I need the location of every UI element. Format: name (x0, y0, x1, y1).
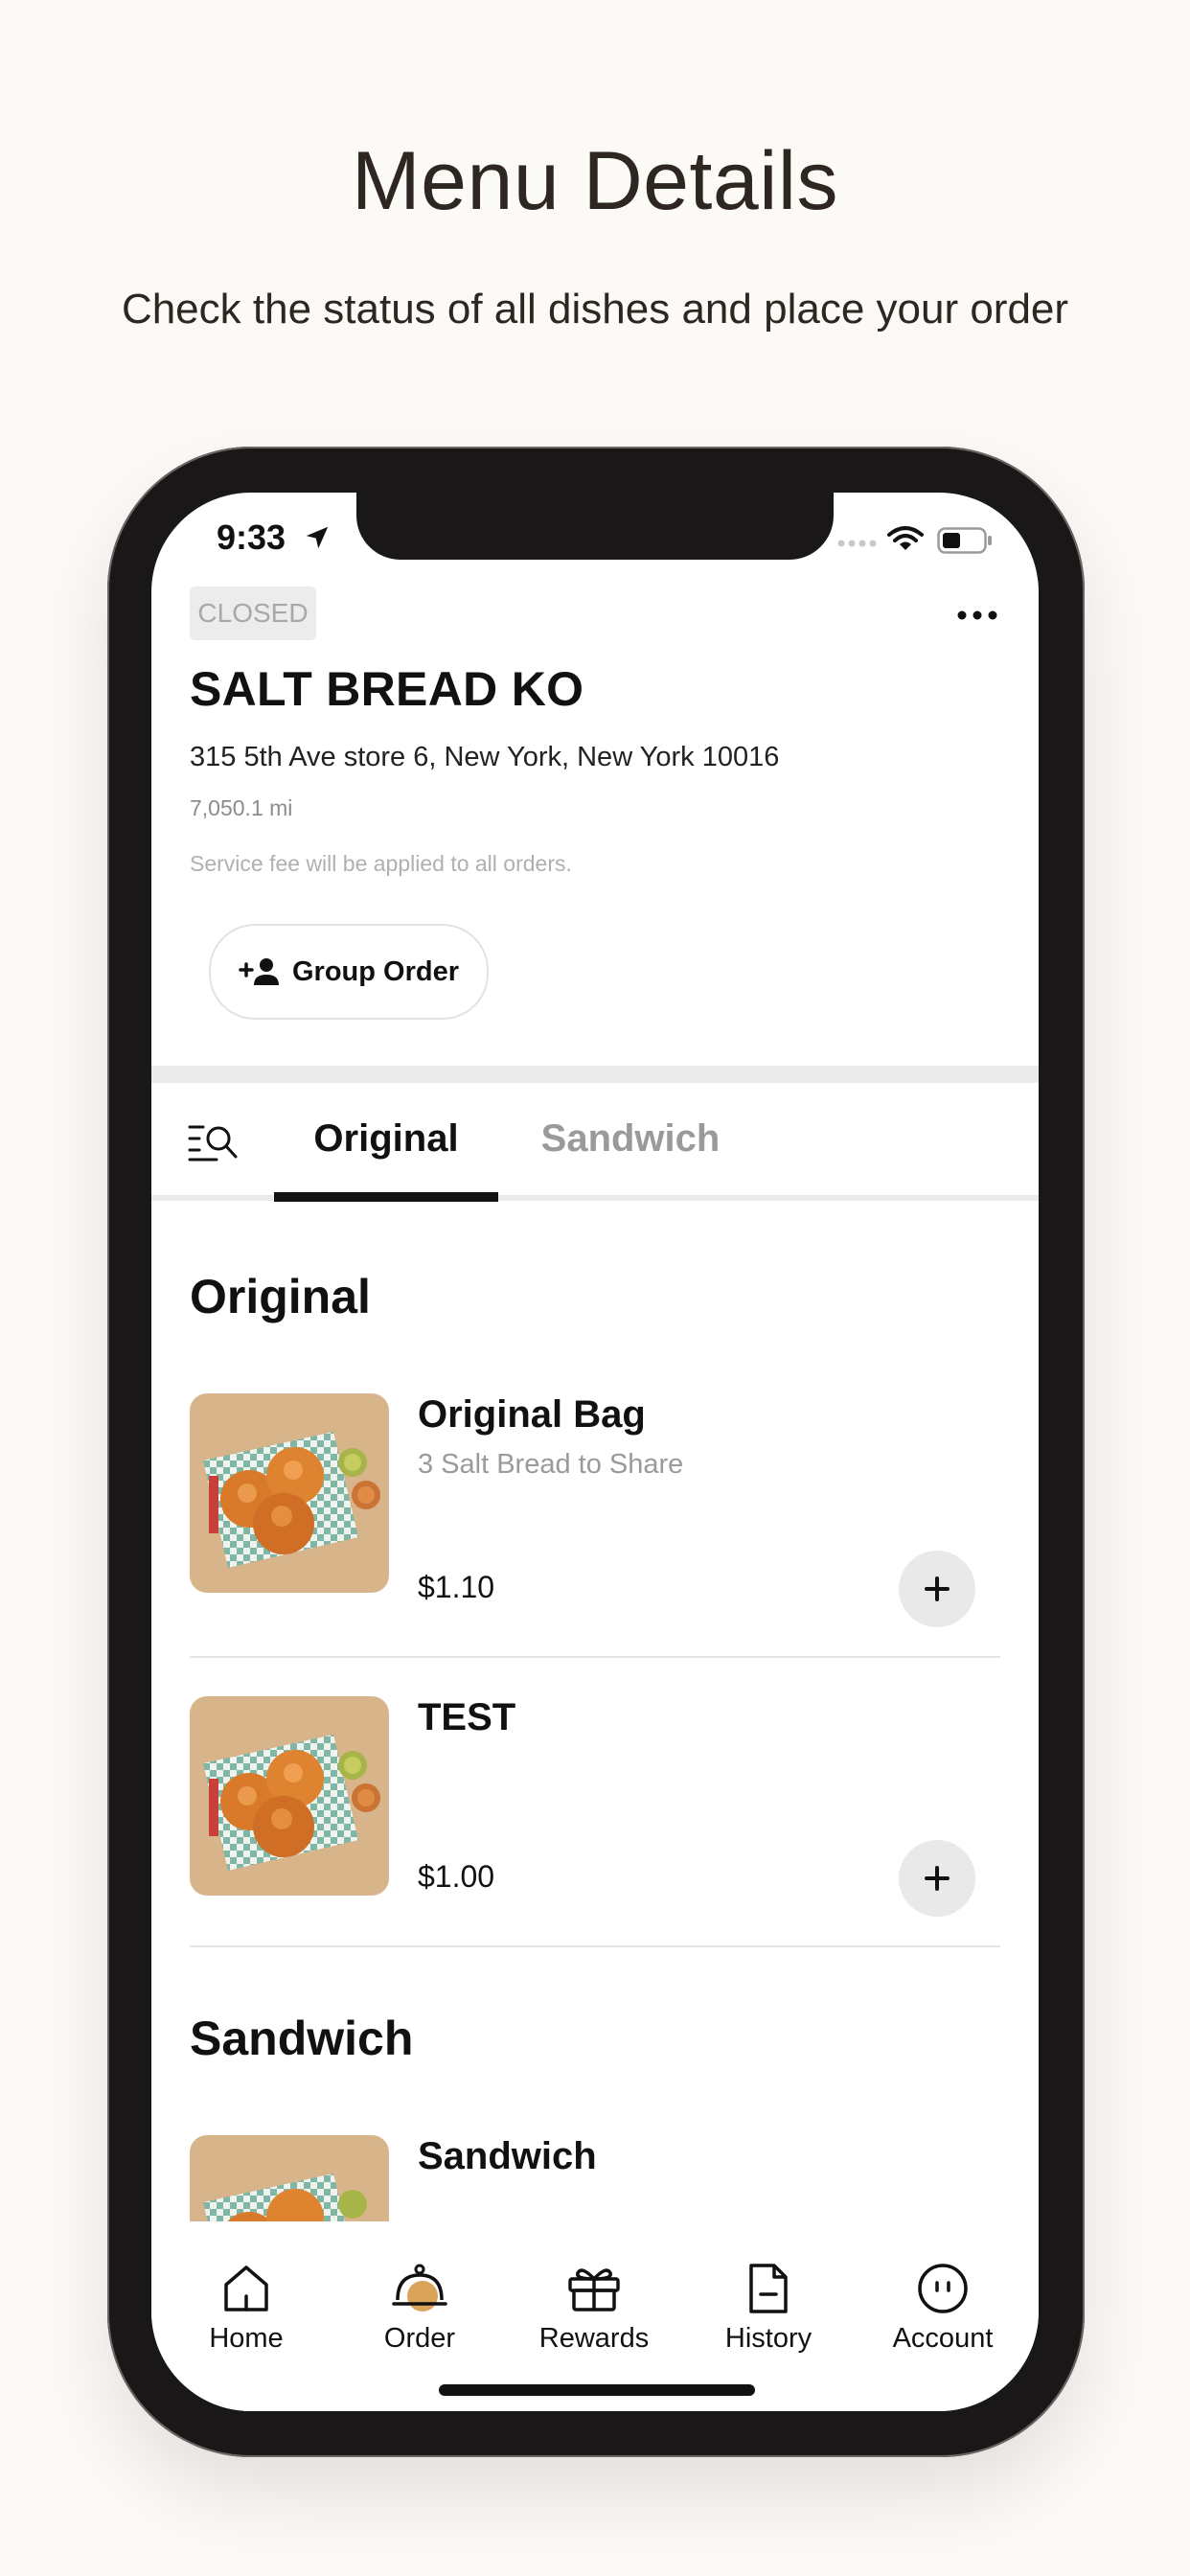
tab-sandwich[interactable]: Sandwich (525, 1083, 736, 1194)
plus-icon (925, 1866, 950, 1891)
group-order-label: Group Order (291, 955, 459, 987)
salt-bread-photo (190, 1393, 389, 1593)
section-title-sandwich: Sandwich (190, 2012, 414, 2065)
nav-account[interactable]: Account (866, 2221, 1019, 2356)
phone-screen: 9:33 CLOSED SALT BREAD KO 315 5th Ave st… (151, 493, 1039, 2411)
notch (356, 493, 834, 560)
status-time: 9:33 (217, 518, 286, 557)
section-title-original: Original (190, 1270, 371, 1323)
home-indicator[interactable] (439, 2384, 755, 2396)
add-person-icon (239, 958, 279, 985)
bottom-nav: Home Order Rewards History Account (151, 2221, 1039, 2411)
location-arrow-icon (306, 526, 329, 549)
item-name: Original Bag (418, 1393, 646, 1436)
nav-label: History (724, 2323, 812, 2354)
item-divider (190, 1656, 1000, 1658)
signal-icon (837, 540, 877, 547)
category-tabs: Original Sandwich (151, 1083, 1039, 1202)
add-to-cart-button[interactable] (899, 1551, 975, 1627)
item-price: $1.00 (418, 1859, 495, 1894)
group-order-button[interactable]: Group Order (209, 924, 489, 1020)
store-address: 315 5th Ave store 6, New York, New York … (190, 742, 780, 772)
more-options-icon[interactable] (952, 598, 1002, 632)
document-icon (749, 2264, 788, 2313)
nav-label: Rewards (538, 2323, 650, 2354)
home-icon (224, 2266, 268, 2312)
plus-icon (925, 1576, 950, 1601)
promo-subtitle: Check the status of all dishes and place… (121, 286, 1069, 333)
nav-order[interactable]: Order (343, 2221, 496, 2356)
add-to-cart-button[interactable] (899, 1840, 975, 1917)
nav-history[interactable]: History (692, 2221, 845, 2356)
account-icon (918, 2264, 968, 2313)
store-name: SALT BREAD KO (190, 662, 584, 716)
nav-home[interactable]: Home (170, 2221, 323, 2356)
battery-icon (937, 527, 992, 554)
nav-label: Home (209, 2323, 284, 2354)
item-name: Sandwich (418, 2135, 597, 2177)
item-price: $1.10 (418, 1570, 495, 1604)
promo-title: Menu Details (352, 135, 838, 227)
tab-original[interactable]: Original (274, 1083, 498, 1194)
cloche-icon (392, 2264, 447, 2312)
wifi-icon (887, 526, 924, 550)
item-description: 3 Salt Bread to Share (418, 1449, 684, 1480)
item-image[interactable] (190, 1393, 389, 1593)
active-tab-indicator (274, 1192, 498, 1202)
salt-bread-photo (190, 1696, 389, 1896)
nav-label: Order (383, 2323, 456, 2354)
item-divider (190, 1945, 1000, 1947)
nav-label: Account (892, 2323, 994, 2354)
service-fee-note: Service fee will be applied to all order… (190, 851, 572, 876)
status-badge: CLOSED (190, 586, 316, 640)
menu-search-icon[interactable] (188, 1121, 241, 1163)
store-distance: 7,050.1 mi (190, 795, 293, 820)
section-divider (151, 1066, 1039, 1083)
gift-icon (568, 2268, 620, 2312)
nav-rewards[interactable]: Rewards (517, 2221, 671, 2356)
item-name: TEST (418, 1696, 516, 1738)
item-image[interactable] (190, 1696, 389, 1896)
